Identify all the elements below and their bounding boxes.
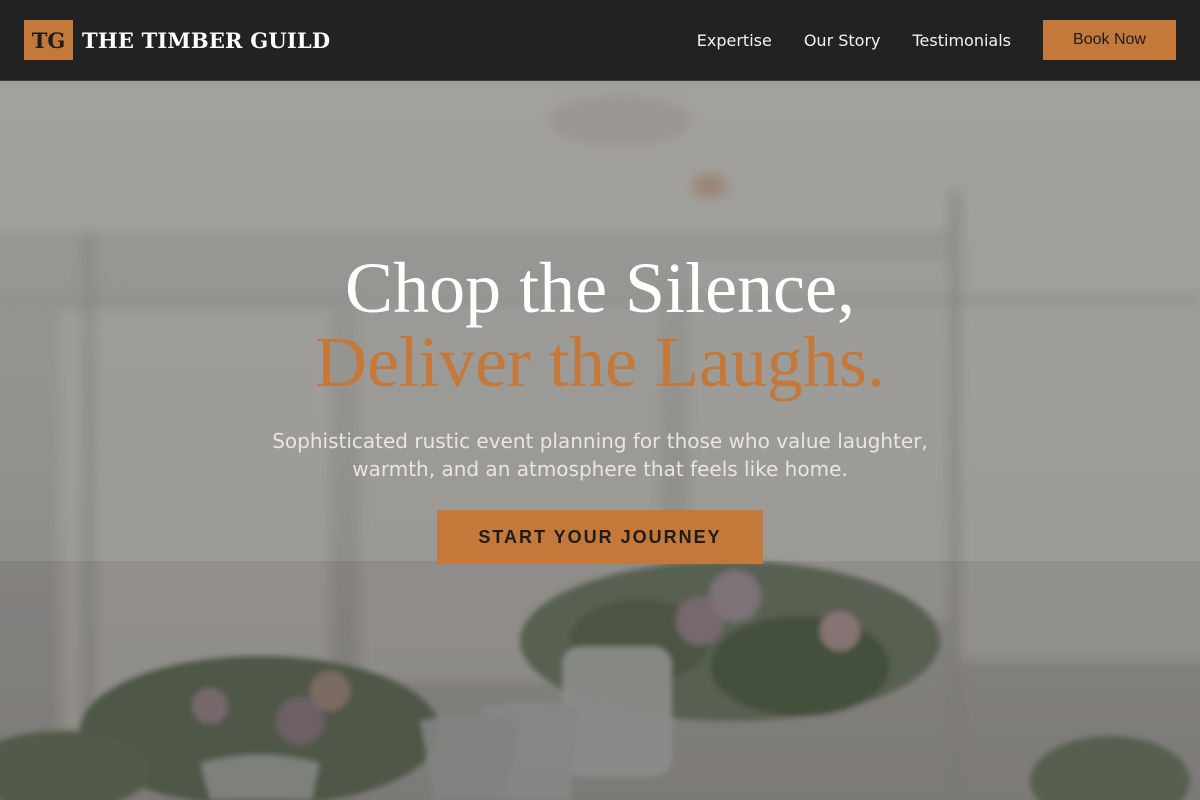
brand-name: THE TIMBER GUILD: [82, 27, 331, 53]
headline-line-1: Chop the Silence,: [345, 248, 855, 328]
nav-link-testimonials[interactable]: Testimonials: [913, 31, 1012, 50]
main-menu: Expertise Our Story Testimonials Book No…: [697, 20, 1176, 60]
hero-headline: Chop the Silence, Deliver the Laughs.: [0, 251, 1200, 399]
hero-content: Chop the Silence, Deliver the Laughs. So…: [0, 251, 1200, 564]
hero-section: Chop the Silence, Deliver the Laughs. So…: [0, 81, 1200, 800]
hero-subtitle: Sophisticated rustic event planning for …: [272, 429, 928, 481]
nav-link-expertise[interactable]: Expertise: [697, 31, 772, 50]
book-now-button[interactable]: Book Now: [1043, 20, 1176, 60]
headline-line-2: Deliver the Laughs.: [315, 322, 885, 402]
start-journey-button[interactable]: START YOUR JOURNEY: [437, 510, 763, 564]
brand-logo-link[interactable]: TG THE TIMBER GUILD: [24, 20, 330, 60]
top-navigation-bar: TG THE TIMBER GUILD Expertise Our Story …: [0, 0, 1200, 81]
logo-monogram: TG: [24, 20, 73, 60]
nav-link-our-story[interactable]: Our Story: [804, 31, 881, 50]
